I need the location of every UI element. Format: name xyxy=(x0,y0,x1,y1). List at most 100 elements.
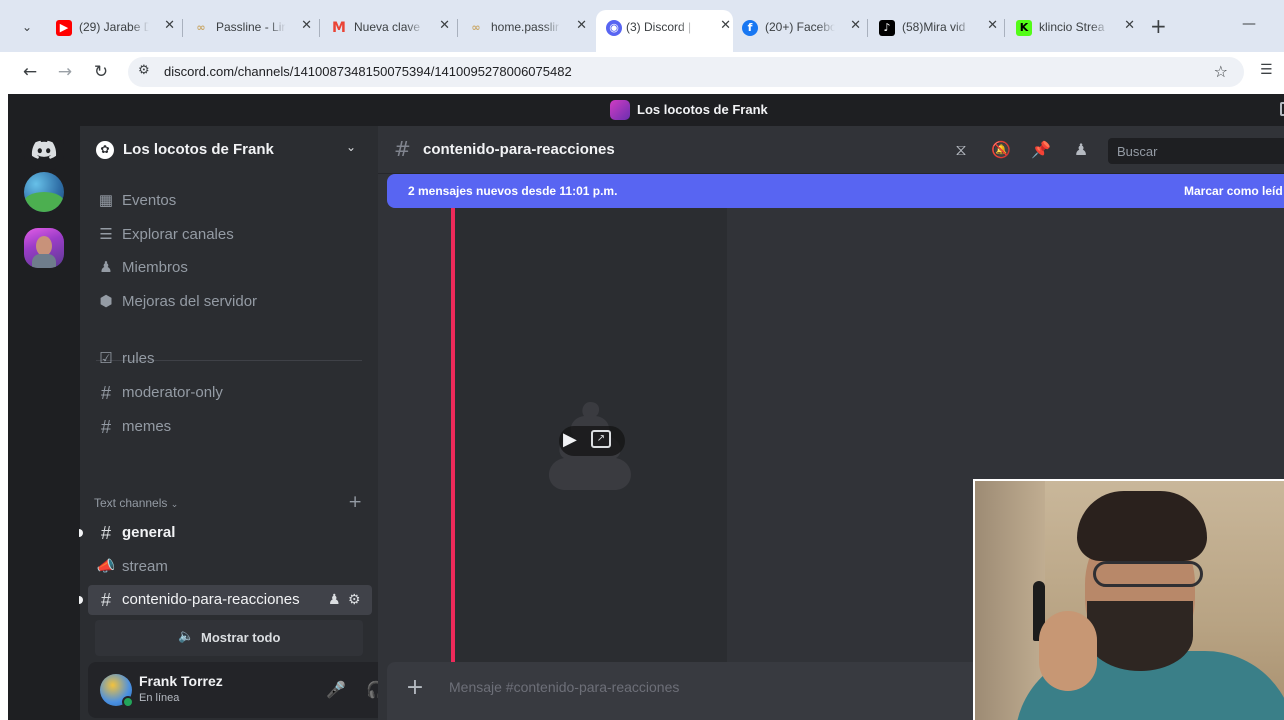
video-embed[interactable]: ▶ ↗ xyxy=(451,208,727,662)
nav-item-explorar-canales[interactable]: ☰ Explorar canales xyxy=(88,220,364,250)
back-button[interactable]: ← xyxy=(18,60,42,84)
mark-as-read-button[interactable]: Marcar como leíd xyxy=(1184,184,1283,198)
category-label: Text channels xyxy=(94,496,168,510)
hash-icon: # xyxy=(100,590,111,610)
forward-button[interactable]: → xyxy=(53,60,77,84)
bookmark-star-icon[interactable]: ☆ xyxy=(1214,62,1228,81)
browser-tab[interactable]: ∞ home.passlir ✕ xyxy=(468,10,605,46)
inbox-icon[interactable] xyxy=(1280,102,1284,116)
server-name: Los locotos de Frank xyxy=(123,141,274,158)
facebook-icon: f xyxy=(742,20,758,36)
new-messages-bar[interactable]: 2 mensajes nuevos desde 11:01 p.m. Marca… xyxy=(387,174,1284,208)
close-tab-icon[interactable]: ✕ xyxy=(576,18,587,33)
tab-title: klincio Strea xyxy=(1039,20,1105,34)
speaker-icon: 🔈 xyxy=(178,629,195,644)
gear-icon[interactable]: ⚙ xyxy=(348,591,361,608)
reload-button[interactable]: ↻ xyxy=(89,60,113,84)
invite-icon[interactable]: ♟ xyxy=(328,591,341,608)
rules-icon: ☑ xyxy=(99,350,113,367)
show-all-button[interactable]: 🔈 Mostrar todo xyxy=(95,620,363,656)
channel-moderator-only[interactable]: # moderator-only xyxy=(88,378,364,408)
create-channel-icon[interactable]: + xyxy=(348,492,362,512)
new-messages-text: 2 mensajes nuevos desde 11:01 p.m. xyxy=(408,184,618,198)
close-tab-icon[interactable]: ✕ xyxy=(301,18,312,33)
server-icon-los-locotos[interactable] xyxy=(24,228,64,268)
announcement-icon: 📣 xyxy=(96,558,116,575)
chevron-down-icon: ⌄ xyxy=(170,499,179,509)
discord-icon: ◉ xyxy=(606,20,622,36)
username[interactable]: Frank Torrez xyxy=(139,673,223,689)
server-guide-icon: ✿ xyxy=(96,141,114,159)
add-attachment-icon[interactable]: + xyxy=(403,676,427,700)
minimize-window-button[interactable]: — xyxy=(1242,16,1256,32)
user-status: En línea xyxy=(139,692,180,704)
open-external-icon[interactable]: ↗ xyxy=(591,430,611,448)
close-tab-icon[interactable]: ✕ xyxy=(1124,18,1135,33)
channel-label: rules xyxy=(122,350,155,367)
browser-tab[interactable]: ▶ (29) Jarabe D ✕ xyxy=(56,10,193,46)
close-tab-icon[interactable]: ✕ xyxy=(987,18,998,33)
message-input[interactable] xyxy=(449,672,969,702)
reading-list-icon[interactable]: ☰ xyxy=(1260,62,1273,78)
tab-title: home.passlir xyxy=(491,20,560,34)
channel-sidebar: ✿ Los locotos de Frank ⌄ ▦ Eventos ☰ Exp… xyxy=(79,126,444,720)
hash-icon: # xyxy=(100,417,111,437)
browser-tab[interactable]: f (20+) Facebo ✕ xyxy=(742,10,879,46)
link-icon: ∞ xyxy=(471,21,481,34)
member-list-icon[interactable]: ♟ xyxy=(1070,139,1092,161)
browser-tab[interactable]: K klincio Strea ✕ xyxy=(1016,10,1153,46)
url-text[interactable]: discord.com/channels/1410087348150075394… xyxy=(164,64,572,79)
tab-search-button[interactable]: ⌄ xyxy=(14,14,40,40)
nav-item-miembros[interactable]: ♟ Miembros xyxy=(88,253,364,283)
search-input[interactable] xyxy=(1108,138,1284,164)
server-icon-1[interactable] xyxy=(24,172,64,212)
close-tab-icon[interactable]: ✕ xyxy=(850,18,861,33)
discord-titlebar: Los locotos de Frank xyxy=(8,94,1284,126)
calendar-icon: ▦ xyxy=(98,192,114,209)
address-bar[interactable]: ⚙ discord.com/channels/14100873481500753… xyxy=(128,57,1244,87)
nav-item-mejoras[interactable]: ⬢ Mejoras del servidor xyxy=(88,287,364,317)
gmail-icon: M xyxy=(332,20,346,36)
tab-title: Nueva clave xyxy=(354,20,421,34)
close-tab-icon[interactable]: ✕ xyxy=(720,18,731,33)
channel-header: # contenido-para-reacciones ⧖ 🔕 📌 ♟ xyxy=(378,126,1284,174)
chevron-down-icon: ⌄ xyxy=(346,140,357,154)
browser-tab[interactable]: M Nueva clave ✕ xyxy=(331,10,468,46)
close-tab-icon[interactable]: ✕ xyxy=(439,18,450,33)
browser-tab-active[interactable]: ◉ (3) Discord | ✕ xyxy=(596,10,733,52)
online-status-icon xyxy=(122,696,134,708)
new-tab-button[interactable]: + xyxy=(1150,16,1167,36)
category-text-channels[interactable]: Text channels ⌄ xyxy=(94,496,178,510)
browser-tab[interactable]: ♪ (58)Mira vid ✕ xyxy=(879,10,1016,46)
nav-item-eventos[interactable]: ▦ Eventos xyxy=(88,186,364,216)
site-settings-icon[interactable]: ⚙ xyxy=(138,63,150,78)
nav-label: Explorar canales xyxy=(122,226,234,243)
channel-rules[interactable]: ☑ rules xyxy=(88,344,364,374)
link-icon: ∞ xyxy=(196,21,206,34)
muted-mic-icon[interactable]: 🎤 xyxy=(324,678,348,702)
browser-tab-strip: ⌄ ▶ (29) Jarabe D ✕ ∞ Passline - Lir ✕ M… xyxy=(0,0,1284,52)
tab-title: (29) Jarabe D xyxy=(79,20,149,34)
hash-icon: # xyxy=(100,523,111,543)
tab-title: Passline - Lir xyxy=(216,20,286,34)
channel-label: general xyxy=(122,524,176,541)
channel-title: contenido-para-reacciones xyxy=(423,141,615,158)
channel-label: contenido-para-reacciones xyxy=(122,591,300,608)
close-tab-icon[interactable]: ✕ xyxy=(164,18,175,33)
channel-stream[interactable]: 📣 stream xyxy=(88,552,364,582)
boost-icon: ⬢ xyxy=(99,293,113,310)
play-icon[interactable]: ▶ xyxy=(563,429,577,450)
nav-label: Mejoras del servidor xyxy=(122,293,258,310)
browse-channels-icon: ☰ xyxy=(99,226,113,243)
notification-muted-icon[interactable]: 🔕 xyxy=(990,139,1012,161)
channel-label: stream xyxy=(122,558,168,575)
server-header[interactable]: ✿ Los locotos de Frank ⌄ xyxy=(80,126,378,174)
threads-icon[interactable]: ⧖ xyxy=(950,139,972,161)
hash-icon: # xyxy=(394,137,411,161)
discord-home-icon[interactable] xyxy=(24,130,64,170)
channel-contenido-para-reacciones[interactable]: # contenido-para-reacciones ♟ ⚙ xyxy=(88,585,372,615)
channel-memes[interactable]: # memes xyxy=(88,412,364,442)
browser-tab[interactable]: ∞ Passline - Lir ✕ xyxy=(193,10,330,46)
pin-icon[interactable]: 📌 xyxy=(1030,139,1052,161)
channel-general[interactable]: # general xyxy=(88,518,364,548)
